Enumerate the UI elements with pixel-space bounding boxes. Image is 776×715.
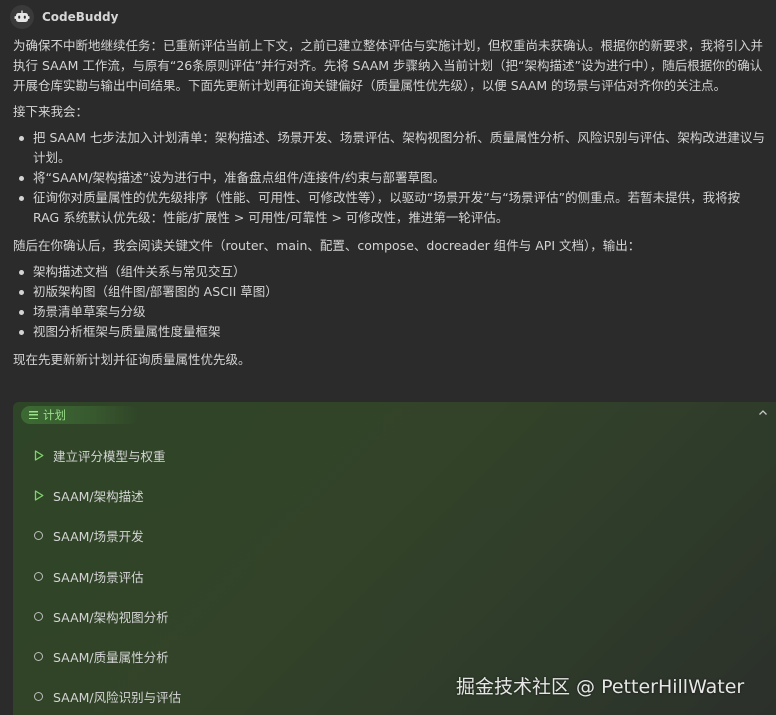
circle-icon — [34, 530, 43, 540]
plan-panel: 计划 建立评分模型与权重 SAAM/架构描述 SAAM/场景开发 SAAM/场景… — [13, 402, 776, 715]
list-item: 架构描述文档（组件关系与常见交互） — [19, 262, 769, 282]
intro-paragraph: 为确保不中断地继续任务：已重新评估当前上下文，之前已建立整体评估与实施计划，但权… — [13, 38, 764, 93]
list-item: 场景清单草案与分级 — [19, 302, 769, 322]
agent-name: CodeBuddy — [42, 10, 119, 24]
circle-icon — [34, 611, 43, 621]
after-heading: 随后在你确认后，我会阅读关键文件（router、main、配置、compose、… — [13, 238, 641, 253]
robot-avatar-icon — [10, 5, 34, 29]
list-icon — [29, 411, 38, 419]
plan-step[interactable]: SAAM/架构描述 — [33, 484, 144, 506]
chat-panel: CodeBuddy 为确保不中断地继续任务：已重新评估当前上下文，之前已建立整体… — [0, 0, 776, 715]
plan-step[interactable]: SAAM/场景开发 — [33, 524, 144, 546]
plan-step-label: SAAM/风险识别与评估 — [53, 689, 182, 705]
watermark: 掘金技术社区 @ PetterHillWater — [456, 676, 745, 698]
plan-step[interactable]: 建立评分模型与权重 — [33, 444, 166, 466]
plan-step-label: SAAM/场景开发 — [53, 528, 144, 544]
circle-icon — [34, 691, 43, 701]
play-triangle-icon — [33, 449, 44, 461]
message-body: 为确保不中断地继续任务：已重新评估当前上下文，之前已建立整体评估与实施计划，但权… — [13, 36, 769, 370]
next-heading: 接下来我会： — [13, 104, 89, 119]
next-list: 把 SAAM 七步法加入计划清单：架构描述、场景开发、场景评估、架构视图分析、质… — [13, 128, 769, 228]
plan-step-label: SAAM/架构描述 — [53, 488, 144, 504]
play-triangle-icon — [33, 489, 44, 501]
plan-step[interactable]: SAAM/场景评估 — [33, 565, 144, 587]
plan-step-label: SAAM/架构视图分析 — [53, 609, 169, 625]
closing-paragraph: 现在先更新新计划并征询质量属性优先级。 — [13, 352, 251, 367]
plan-step[interactable]: SAAM/质量属性分析 — [33, 645, 169, 667]
circle-icon — [34, 651, 43, 661]
plan-step-label: SAAM/场景评估 — [53, 569, 144, 585]
plan-step-label: SAAM/质量属性分析 — [53, 649, 169, 665]
after-list: 架构描述文档（组件关系与常见交互） 初版架构图（组件图/部署图的 ASCII 草… — [13, 262, 769, 342]
plan-step[interactable]: SAAM/架构视图分析 — [33, 605, 169, 627]
chevron-up-icon[interactable] — [758, 408, 768, 418]
list-item: 视图分析框架与质量属性度量框架 — [19, 322, 769, 342]
plan-step[interactable]: SAAM/风险识别与评估 — [33, 685, 181, 707]
plan-tab-label: 计划 — [43, 408, 66, 422]
circle-icon — [34, 571, 43, 581]
plan-step-label: 建立评分模型与权重 — [53, 448, 166, 464]
list-item: 征询你对质量属性的优先级排序（性能、可用性、可修改性等），以驱动“场景开发”与“… — [19, 188, 769, 228]
list-item: 初版架构图（组件图/部署图的 ASCII 草图） — [19, 282, 769, 302]
list-item: 将“SAAM/架构描述”设为进行中，准备盘点组件/连接件/约束与部署草图。 — [19, 168, 769, 188]
list-item: 把 SAAM 七步法加入计划清单：架构描述、场景开发、场景评估、架构视图分析、质… — [19, 128, 769, 168]
message-header: CodeBuddy — [10, 4, 118, 30]
plan-tab[interactable]: 计划 — [21, 406, 139, 424]
